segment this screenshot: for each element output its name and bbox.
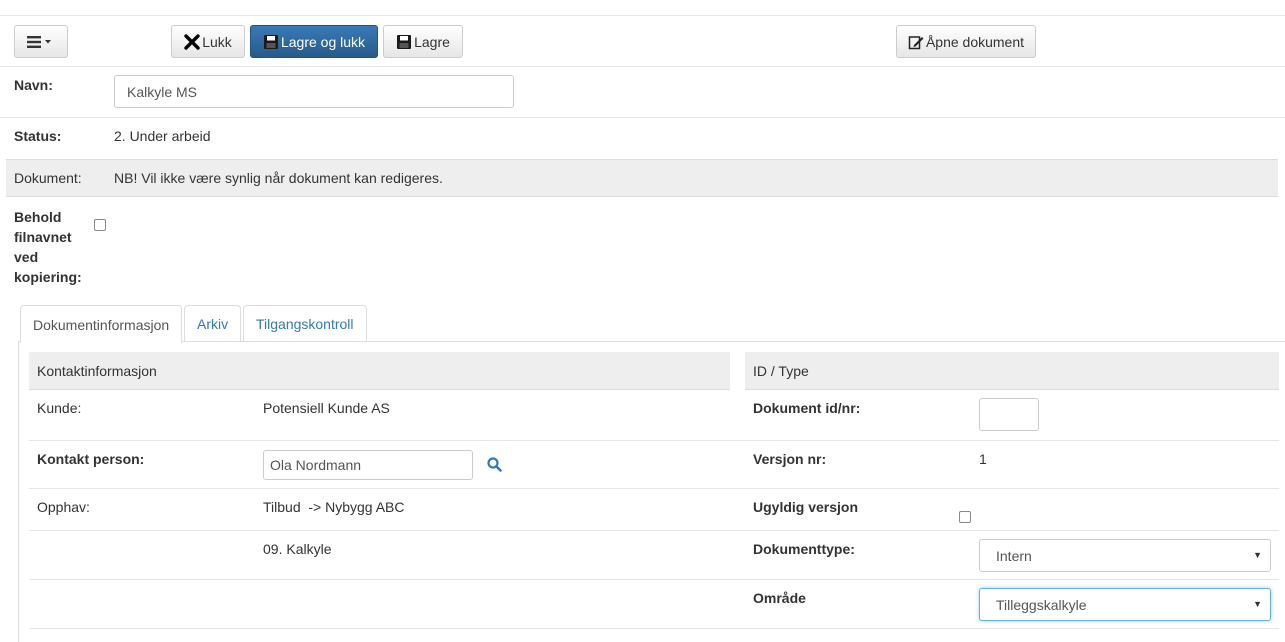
- document-note: NB! Vil ikke være synlig når dokument ka…: [114, 170, 443, 186]
- divider: [29, 488, 1279, 489]
- contact-person-label: Kontakt person:: [37, 451, 145, 467]
- chevron-down-icon: ▼: [1253, 550, 1262, 560]
- area-label: Område: [753, 590, 806, 606]
- doctype-label: Dokumenttype:: [753, 541, 855, 557]
- save-and-close-label: Lagre og lukk: [280, 33, 366, 50]
- customer-value: Potensiell Kunde AS: [263, 400, 390, 416]
- divider: [29, 628, 1279, 629]
- divider: [29, 530, 1279, 531]
- origin-label: Opphav:: [37, 499, 90, 515]
- save-button-label: Lagre: [414, 33, 450, 50]
- divider: [0, 66, 1285, 67]
- contact-heading-text: Kontaktinformasjon: [37, 362, 157, 379]
- status-value: 2. Under arbeid: [114, 128, 211, 144]
- menu-dropdown-button[interactable]: [14, 25, 68, 58]
- divider: [0, 117, 1285, 118]
- save-icon: [397, 34, 412, 49]
- area-select[interactable]: Tilleggskalkyle ▼: [979, 588, 1271, 621]
- divider: [29, 579, 1279, 580]
- keep-filename-label-line: kopiering:: [14, 269, 82, 285]
- doctype-select[interactable]: Intern ▼: [979, 539, 1271, 572]
- version-value: 1: [979, 451, 987, 467]
- top-divider: [0, 15, 1285, 16]
- edit-document-icon: [908, 35, 924, 49]
- save-and-close-button[interactable]: Lagre og lukk: [250, 25, 378, 58]
- name-input-value: Kalkyle MS: [127, 83, 198, 100]
- idtype-heading-text: ID / Type: [753, 362, 809, 379]
- tab-divider: [18, 341, 1285, 342]
- tab-panel-border: [18, 342, 19, 642]
- tab-label: Tilgangskontroll: [256, 316, 354, 332]
- name-label: Navn:: [14, 77, 53, 93]
- tab-arkiv[interactable]: Arkiv: [184, 305, 242, 342]
- keep-filename-label-line: ved: [14, 249, 39, 265]
- search-icon[interactable]: [487, 457, 502, 472]
- keep-filename-checkbox[interactable]: [94, 219, 106, 231]
- idtype-section-heading: ID / Type: [745, 352, 1279, 390]
- save-icon: [263, 34, 278, 49]
- docid-label: Dokument id/nr:: [753, 400, 861, 416]
- save-button[interactable]: Lagre: [383, 25, 463, 58]
- open-document-button[interactable]: Åpne dokument: [896, 25, 1036, 58]
- name-input[interactable]: Kalkyle MS: [114, 75, 514, 108]
- customer-label: Kunde:: [37, 400, 82, 416]
- tab-tilgangskontroll[interactable]: Tilgangskontroll: [243, 305, 367, 342]
- divider: [29, 440, 1279, 441]
- close-button[interactable]: Lukk: [171, 25, 245, 58]
- open-document-label: Åpne dokument: [925, 33, 1025, 50]
- status-label: Status:: [14, 128, 62, 144]
- tab-label: Dokumentinformasjon: [33, 316, 170, 333]
- close-button-label: Lukk: [202, 33, 232, 50]
- contact-person-input[interactable]: Ola Nordmann: [263, 450, 473, 480]
- docid-input[interactable]: [979, 398, 1039, 431]
- origin-value: Tilbud -> Nybygg ABC: [263, 499, 405, 515]
- chevron-down-icon: ▼: [1253, 599, 1262, 609]
- contact-section-heading: Kontaktinformasjon: [29, 352, 730, 390]
- document-label: Dokument:: [14, 170, 82, 186]
- invalid-version-label: Ugyldig versjon: [753, 499, 859, 515]
- hamburger-menu-icon: [27, 35, 51, 48]
- tab-dokumentinformasjon[interactable]: Dokumentinformasjon: [20, 305, 183, 343]
- version-label: Versjon nr:: [753, 451, 827, 467]
- area-select-value: Tilleggskalkyle: [996, 596, 1087, 613]
- close-icon: [184, 33, 200, 50]
- origin-sub-value: 09. Kalkyle: [263, 541, 332, 557]
- tab-label: Arkiv: [197, 316, 229, 332]
- invalid-version-checkbox[interactable]: [959, 511, 971, 523]
- doctype-select-value: Intern: [996, 547, 1032, 564]
- keep-filename-label: Behold filnavnet ved kopiering:: [14, 207, 82, 287]
- keep-filename-label-line: Behold: [14, 209, 62, 225]
- contact-person-value: Ola Nordmann: [270, 457, 362, 473]
- keep-filename-label-line: filnavnet: [14, 229, 72, 245]
